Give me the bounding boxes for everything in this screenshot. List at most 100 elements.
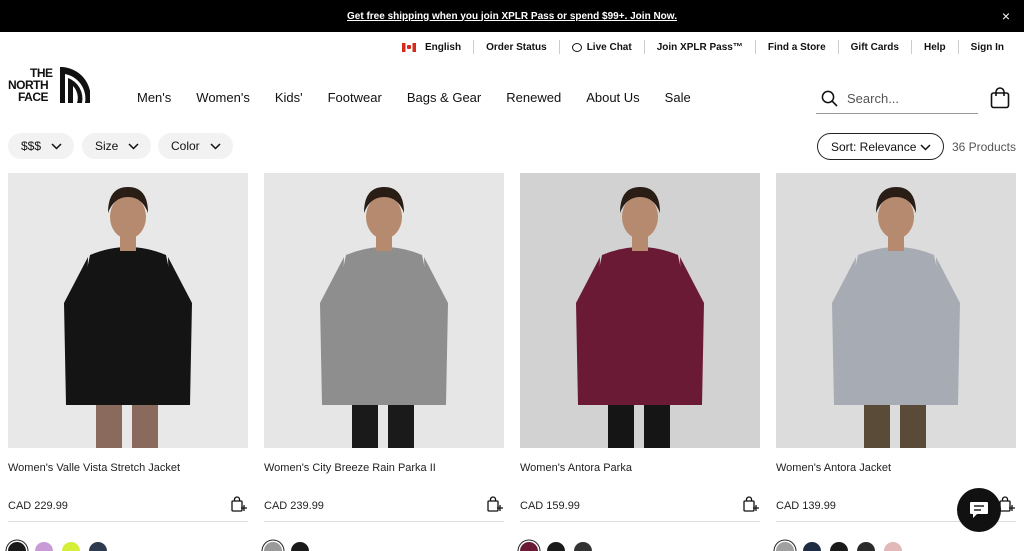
half-dome-logo-icon xyxy=(60,67,90,103)
gift-cards-link[interactable]: Gift Cards xyxy=(837,40,911,54)
add-to-cart-icon[interactable] xyxy=(231,496,247,512)
add-to-cart-icon[interactable] xyxy=(487,496,503,512)
color-swatch[interactable] xyxy=(803,542,821,551)
model-photo xyxy=(520,173,760,448)
utility-nav: English Order Status Live Chat Join XPLR… xyxy=(390,37,1016,57)
canada-flag-icon xyxy=(401,42,416,52)
color-swatch[interactable] xyxy=(884,542,902,551)
shopping-bag-icon[interactable] xyxy=(990,87,1010,109)
product-price: CAD 139.99 xyxy=(776,500,836,512)
help-label: Help xyxy=(923,41,946,53)
nav-sale[interactable]: Sale xyxy=(665,90,691,105)
color-swatches xyxy=(264,542,318,551)
product-card[interactable]: Women's Antora Parka CAD 159.99 xyxy=(520,173,760,551)
color-swatch[interactable] xyxy=(291,542,309,551)
model-head xyxy=(878,195,914,239)
color-swatch[interactable] xyxy=(264,542,282,551)
gift-cards-label: Gift Cards xyxy=(850,41,899,53)
card-divider xyxy=(264,521,504,522)
card-divider xyxy=(520,521,760,522)
color-swatches xyxy=(8,542,116,551)
promo-link[interactable]: Get free shipping when you join XPLR Pas… xyxy=(347,11,677,22)
color-swatch[interactable] xyxy=(62,542,80,551)
product-name[interactable]: Women's City Breeze Rain Parka II xyxy=(264,462,436,474)
color-swatch[interactable] xyxy=(830,542,848,551)
product-image[interactable] xyxy=(264,173,504,448)
model-head xyxy=(366,195,402,239)
logo-word-3: FACE xyxy=(18,90,49,104)
product-price: CAD 229.99 xyxy=(8,500,68,512)
nav-womens[interactable]: Women's xyxy=(196,90,250,105)
sort-dropdown[interactable]: Sort: Relevance xyxy=(817,133,944,160)
chevron-down-icon xyxy=(210,142,221,150)
search-box xyxy=(816,84,978,114)
search-icon[interactable] xyxy=(821,90,838,107)
product-card[interactable]: Women's Antora Jacket CAD 139.99 xyxy=(776,173,1016,551)
color-swatches xyxy=(520,542,601,551)
nav-mens[interactable]: Men's xyxy=(137,90,171,105)
product-image[interactable] xyxy=(8,173,248,448)
add-to-cart-icon[interactable] xyxy=(999,496,1015,512)
search-input[interactable] xyxy=(847,91,967,106)
model-neck xyxy=(120,235,136,251)
size-filter-label: Size xyxy=(95,139,119,153)
product-price: CAD 159.99 xyxy=(520,500,580,512)
color-filter-label: Color xyxy=(171,139,200,153)
model-neck xyxy=(632,235,648,251)
language-label: English xyxy=(424,41,462,53)
nav-footwear[interactable]: Footwear xyxy=(328,90,382,105)
product-image[interactable] xyxy=(520,173,760,448)
color-swatch[interactable] xyxy=(547,542,565,551)
close-icon[interactable]: × xyxy=(1002,9,1010,23)
join-xplr-label: Join XPLR Pass™ xyxy=(656,41,743,53)
add-to-cart-icon[interactable] xyxy=(743,496,759,512)
product-card[interactable]: Women's City Breeze Rain Parka II CAD 23… xyxy=(264,173,504,551)
find-store-link[interactable]: Find a Store xyxy=(754,40,838,54)
find-store-label: Find a Store xyxy=(767,41,826,53)
live-chat-label: Live Chat xyxy=(586,41,632,53)
nav-bags-gear[interactable]: Bags & Gear xyxy=(407,90,481,105)
color-filter[interactable]: Color xyxy=(158,133,233,159)
chevron-down-icon xyxy=(51,142,62,150)
product-name[interactable]: Women's Antora Parka xyxy=(520,462,632,474)
color-swatch[interactable] xyxy=(89,542,107,551)
model-head xyxy=(622,195,658,239)
product-image[interactable] xyxy=(776,173,1016,448)
color-swatch[interactable] xyxy=(8,542,26,551)
model-photo xyxy=(776,173,1016,448)
live-chat-link[interactable]: Live Chat xyxy=(558,40,644,54)
join-xplr-link[interactable]: Join XPLR Pass™ xyxy=(643,40,755,54)
model-neck xyxy=(376,235,392,251)
chevron-down-icon xyxy=(128,142,139,150)
promo-banner: Get free shipping when you join XPLR Pas… xyxy=(0,0,1024,32)
model-photo xyxy=(8,173,248,448)
model-neck xyxy=(888,235,904,251)
color-swatch[interactable] xyxy=(520,542,538,551)
color-swatch[interactable] xyxy=(776,542,794,551)
chat-button[interactable] xyxy=(957,488,1001,532)
color-swatch[interactable] xyxy=(857,542,875,551)
color-swatches xyxy=(776,542,911,551)
sign-in-link[interactable]: Sign In xyxy=(957,40,1016,54)
product-name[interactable]: Women's Antora Jacket xyxy=(776,462,891,474)
nav-about-us[interactable]: About Us xyxy=(586,90,639,105)
sort-label: Sort: Relevance xyxy=(831,139,917,154)
product-price: CAD 239.99 xyxy=(264,500,324,512)
main-nav: Men's Women's Kids' Footwear Bags & Gear… xyxy=(137,90,716,105)
nav-kids[interactable]: Kids' xyxy=(275,90,303,105)
chat-bubble-icon xyxy=(571,42,582,52)
chevron-down-icon xyxy=(920,144,931,151)
model-photo xyxy=(264,173,504,448)
price-filter[interactable]: $$$ xyxy=(8,133,75,159)
order-status-link[interactable]: Order Status xyxy=(473,40,559,54)
color-swatch[interactable] xyxy=(35,542,53,551)
model-head xyxy=(110,195,146,239)
nav-renewed[interactable]: Renewed xyxy=(506,90,561,105)
size-filter[interactable]: Size xyxy=(82,133,152,159)
help-link[interactable]: Help xyxy=(910,40,958,54)
product-card[interactable]: Women's Valle Vista Stretch Jacket CAD 2… xyxy=(8,173,248,551)
language-selector[interactable]: English xyxy=(390,40,473,54)
brand-logo[interactable]: THE NORTH FACE xyxy=(8,67,90,105)
product-name[interactable]: Women's Valle Vista Stretch Jacket xyxy=(8,462,180,474)
color-swatch[interactable] xyxy=(574,542,592,551)
